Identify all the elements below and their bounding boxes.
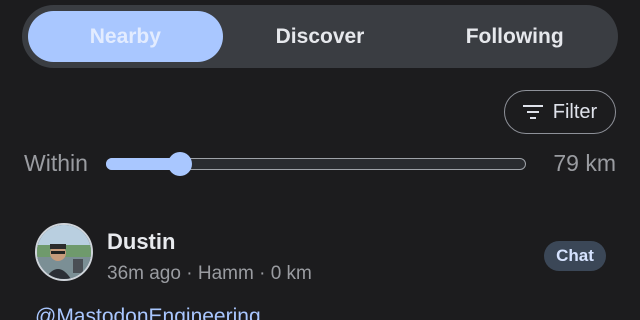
distance-label: Within bbox=[24, 150, 88, 176]
post-location: Hamm bbox=[197, 263, 254, 284]
meta-separator: · bbox=[186, 263, 198, 284]
avatar[interactable] bbox=[35, 223, 93, 281]
app-screen: Nearby Discover Following Filter Within … bbox=[0, 0, 640, 320]
slider-thumb[interactable] bbox=[168, 152, 192, 176]
chat-button[interactable]: Chat bbox=[544, 241, 606, 271]
avatar-photo bbox=[37, 225, 91, 279]
filter-button[interactable]: Filter bbox=[504, 90, 616, 134]
post-distance: 0 km bbox=[270, 263, 312, 284]
tab-discover[interactable]: Discover bbox=[223, 11, 418, 62]
distance-slider[interactable] bbox=[106, 152, 526, 176]
meta-separator: · bbox=[259, 263, 271, 284]
post-mention-link[interactable]: @MastodonEngineering bbox=[35, 305, 261, 320]
feed-tabs: Nearby Discover Following bbox=[22, 5, 618, 68]
post-meta: 36m ago · Hamm · 0 km bbox=[107, 263, 312, 285]
filter-button-label: Filter bbox=[552, 100, 598, 123]
tab-following[interactable]: Following bbox=[417, 11, 612, 62]
author-name[interactable]: Dustin bbox=[107, 229, 175, 255]
distance-value: 79 km bbox=[553, 150, 616, 176]
filter-list-icon bbox=[522, 105, 543, 119]
tab-nearby[interactable]: Nearby bbox=[28, 11, 223, 62]
post-time: 36m ago bbox=[107, 263, 181, 284]
